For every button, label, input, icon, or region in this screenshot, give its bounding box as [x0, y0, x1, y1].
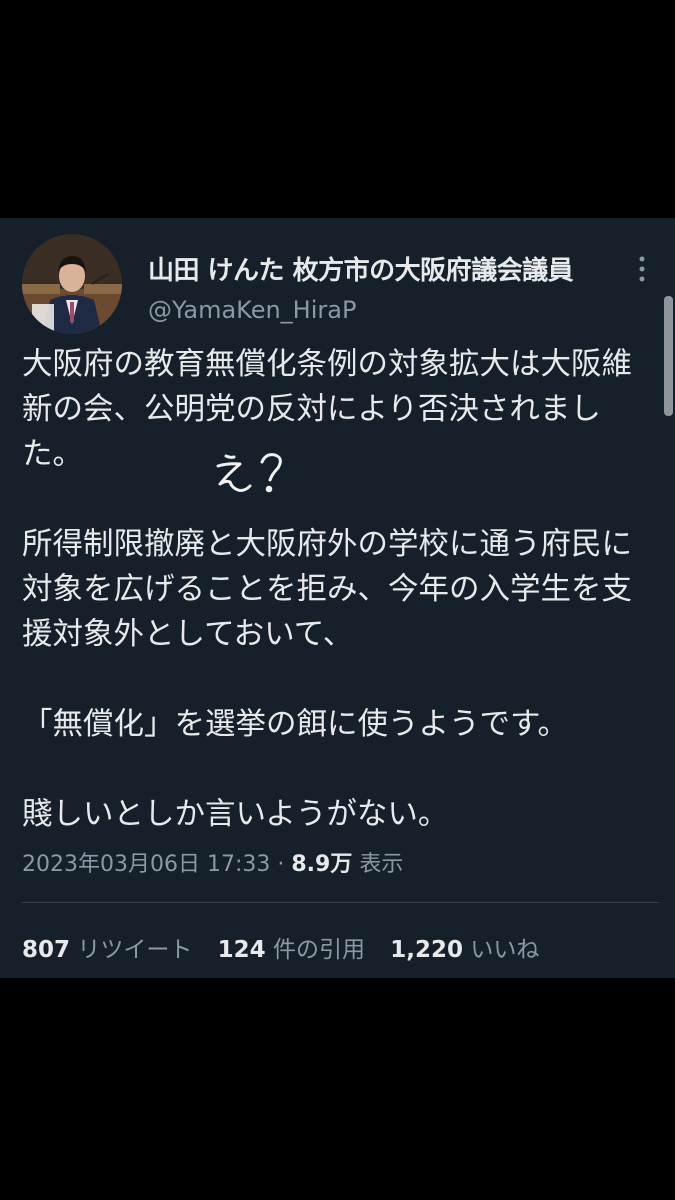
tweet-meta: 2023年03月06日 17:33 · 8.9万 表示: [22, 846, 403, 878]
tweet-card: 山田 けんた 枚方市の大阪府議会議員 @YamaKen_HiraP 大阪府の教育…: [0, 218, 675, 978]
quotes-stat[interactable]: 124 件の引用: [218, 937, 373, 963]
avatar[interactable]: [22, 234, 122, 334]
likes-stat[interactable]: 1,220 いいね: [390, 937, 539, 963]
retweets-count: 807: [22, 937, 71, 963]
likes-label: いいね: [470, 937, 540, 963]
avatar-photo: [22, 234, 122, 334]
tweet-stats: 807 リツイート 124 件の引用 1,220 いいね: [22, 930, 557, 964]
author-name[interactable]: 山田 けんた 枚方市の大阪府議会議員: [148, 250, 574, 287]
likes-count: 1,220: [390, 937, 464, 963]
scrollbar[interactable]: [664, 296, 673, 416]
views-count: 8.9万: [291, 852, 353, 877]
handwritten-annotation: [216, 453, 282, 493]
tweet-paragraph: 賤しいとしか言いようがない。: [22, 797, 449, 832]
tweet-body: 大阪府の教育無償化条例の対象拡大は大阪維新の会、公明党の反対により否決されました…: [22, 342, 652, 837]
tweet-paragraph: 「無償化」を選挙の餌に使うようです。: [22, 707, 568, 742]
divider: [22, 902, 659, 903]
timestamp[interactable]: 2023年03月06日 17:33: [22, 852, 270, 877]
quotes-label: 件の引用: [272, 937, 365, 963]
quotes-count: 124: [217, 937, 266, 963]
retweets-stat[interactable]: 807 リツイート: [22, 937, 200, 963]
meta-separator: ·: [277, 852, 285, 877]
more-vertical-icon[interactable]: [632, 252, 652, 286]
views-label: 表示: [359, 852, 404, 877]
tweet-paragraph: 大阪府の教育無償化条例の対象拡大は大阪維新の会、公明党の反対により否決されました…: [22, 347, 632, 472]
author-handle[interactable]: @YamaKen_HiraP: [148, 296, 356, 324]
tweet-paragraph: 所得制限撤廃と大阪府外の学校に通う府民に対象を広げることを拒み、今年の入学生を支…: [22, 527, 632, 652]
retweets-label: リツイート: [77, 937, 193, 963]
